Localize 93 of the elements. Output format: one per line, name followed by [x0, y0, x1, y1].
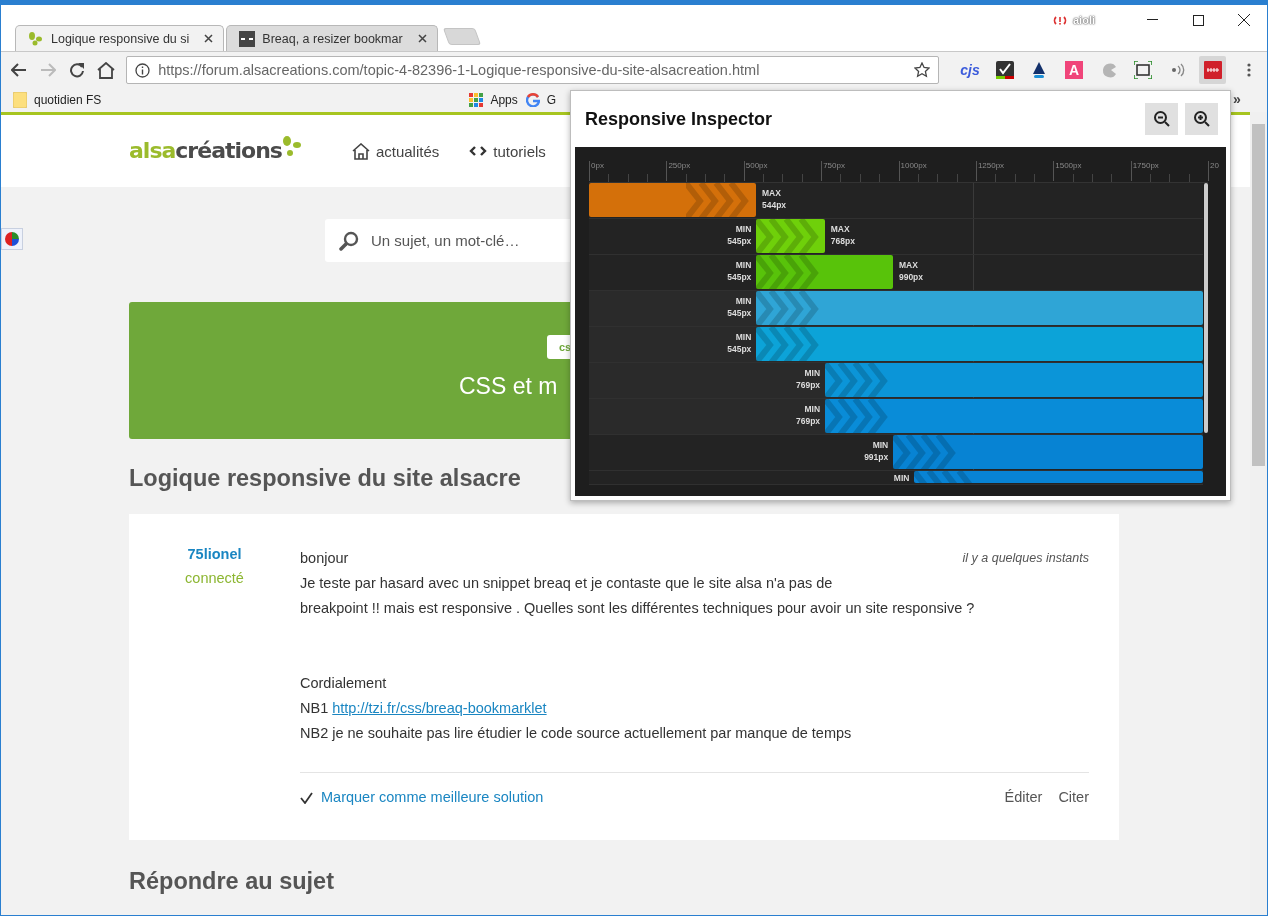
home-icon	[96, 61, 115, 79]
post-link[interactable]: http://tzi.fr/css/breaq-bookmarklet	[332, 700, 547, 716]
breakpoint-label: MIN	[735, 331, 752, 343]
zoom-in-icon	[1192, 110, 1211, 128]
breakpoint-label: MIN	[735, 295, 752, 307]
breakpoint-value: 544px	[762, 199, 787, 211]
site-logo[interactable]: alsacréations	[129, 134, 302, 168]
address-bar[interactable]: https://forum.alsacreations.com/topic-4-82396-1-Logique-responsive-du-site-alsacreation.html	[126, 56, 940, 84]
ruler-label: 1250px	[975, 161, 1005, 181]
ruler-label: 0px	[589, 161, 604, 181]
zoom-in-button[interactable]	[1185, 103, 1218, 135]
breakpoint-label: MIN	[893, 472, 910, 484]
ruler-label: 20	[1208, 161, 1219, 181]
author-status: connecté	[185, 570, 244, 586]
star-icon[interactable]	[914, 62, 931, 78]
nav-link[interactable]: actualités	[351, 142, 440, 160]
ruler-label: 250px	[666, 161, 691, 181]
letter-icon: A	[1065, 61, 1084, 79]
browser-tab[interactable]: Breaq, a resizer bookmar	[226, 25, 438, 51]
extension-button[interactable]	[1199, 56, 1227, 84]
post-text: Cordialement	[300, 674, 388, 693]
reload-icon	[68, 62, 85, 78]
best-answer-link[interactable]: Marquer comme meilleure solution	[300, 785, 544, 810]
signal-icon	[1170, 63, 1187, 77]
minimize-icon	[1146, 19, 1158, 21]
bookmark[interactable]: Apps	[465, 89, 522, 111]
breakpoint-label: MAX	[898, 259, 919, 271]
ruler-label: 750px	[821, 161, 845, 181]
menu-icon	[1246, 63, 1251, 77]
post-text: Je teste par hasard avec un snippet breaq et je contaste que le site alsa n'a pas de	[300, 574, 834, 593]
reply-heading: Répondre au sujet	[129, 868, 335, 895]
popup-title: Responsive Inspector	[585, 108, 774, 130]
post-text: NB1 http://tzi.fr/css/breaq-bookmarklet	[300, 699, 548, 718]
ruler-label: 500px	[743, 161, 768, 181]
code-icon	[469, 145, 488, 157]
nav-link[interactable]: tutoriels	[469, 142, 546, 160]
extension-button[interactable]: cjs	[956, 56, 984, 84]
extension-button[interactable]: A	[1060, 56, 1088, 84]
info-icon[interactable]	[135, 62, 151, 78]
frame-icon	[1134, 61, 1153, 79]
forward-arrow-icon	[40, 63, 57, 77]
ruler-icon	[239, 30, 256, 47]
post-text: breakpoint !! mais est responsive . Quelles sont les différentes techniques pour avoir un site responsive ?	[300, 599, 976, 618]
post-time: il y a quelques instants	[962, 550, 1089, 567]
home-icon	[351, 142, 370, 160]
breakpoint-label: MAX	[762, 187, 782, 199]
close-icon[interactable]	[204, 34, 214, 43]
ruler-label: 1500px	[1053, 161, 1082, 181]
breakpoint-value: 990px	[898, 271, 924, 283]
ruler-icon	[1203, 61, 1222, 79]
ruler-label: 1750px	[1130, 161, 1159, 181]
maximize-icon	[1192, 14, 1204, 26]
breakpoint-label: MIN	[872, 439, 889, 451]
profile-name[interactable]: aioli	[1073, 14, 1095, 26]
browser-tab[interactable]: Logique responsive du si	[15, 25, 225, 51]
breakpoint-value: 769px	[796, 379, 821, 391]
apps-icon	[469, 93, 484, 107]
author-name[interactable]: 75lionel	[187, 546, 242, 562]
breakpoint-label: MIN	[735, 259, 752, 271]
search-icon	[339, 230, 359, 251]
breakpoint-value: 991px	[864, 451, 889, 463]
breakpoint-label: MIN	[804, 403, 821, 415]
breakpoint-label: MIN	[804, 367, 821, 379]
post-text: bonjour	[300, 549, 349, 568]
breakpoint-label: MAX	[830, 223, 851, 235]
zoom-out-icon	[1152, 110, 1171, 128]
close-icon[interactable]	[417, 34, 427, 43]
extension-label: cjs	[960, 62, 980, 78]
google-icon	[525, 93, 540, 107]
more-bookmarks-button[interactable]: »	[1233, 91, 1241, 107]
new-tab-button[interactable]	[442, 28, 481, 45]
back-arrow-icon	[11, 63, 28, 77]
sync-error-icon[interactable]	[1053, 13, 1067, 27]
folder-icon	[13, 92, 27, 108]
breakpoint-value: 545px	[727, 271, 752, 283]
breakpoint-value: 768px	[830, 235, 855, 247]
close-icon	[1238, 14, 1250, 26]
topic-title: Logique responsive du site alsacre	[129, 465, 521, 492]
post-action-link[interactable]: Citer	[1058, 785, 1089, 810]
bookmark[interactable]: G	[521, 89, 561, 111]
category-title: CSS et m	[459, 373, 558, 400]
post-text: NB2 je ne souhaite pas lire étudier le code source actuellement par manque de temps	[300, 724, 853, 743]
checkbox-icon	[995, 61, 1014, 79]
zoom-out-button[interactable]	[1145, 103, 1178, 135]
ruler-label: 1000px	[898, 161, 927, 181]
breakpoint-value: 545px	[727, 307, 752, 319]
checkmark-icon	[300, 791, 313, 804]
bookmark[interactable]: quotidien FS	[9, 89, 106, 111]
post-action-link[interactable]: Éditer	[1004, 785, 1043, 810]
pie-chart-icon[interactable]	[1, 228, 23, 250]
breakpoint-value: 769px	[796, 415, 821, 427]
leaves-icon	[28, 30, 44, 47]
breakpoint-value: 545px	[727, 343, 752, 355]
